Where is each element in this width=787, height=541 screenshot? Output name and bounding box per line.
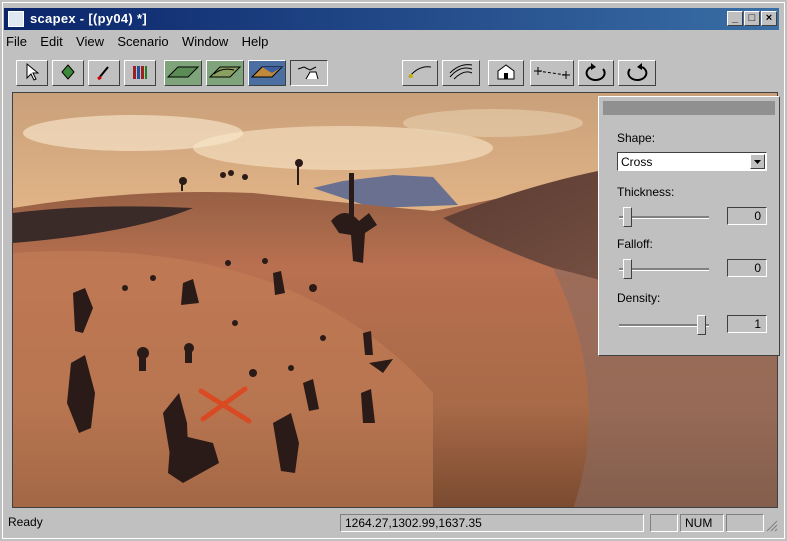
- density-value[interactable]: 1: [727, 315, 767, 333]
- status-bar: Ready 1264.27,1302.99,1637.35 NUM: [4, 512, 779, 534]
- select-tool-button[interactable]: [16, 60, 48, 86]
- waves-tool-button[interactable]: [442, 60, 480, 86]
- density-slider[interactable]: [619, 315, 709, 335]
- status-caps-indicator: [650, 514, 678, 532]
- rotate-cw-icon: [585, 63, 606, 81]
- title-bar[interactable]: scapex - [(py04) *] _ □ ×: [4, 8, 779, 30]
- waypoint-icon: [534, 67, 570, 79]
- brush-settings-panel: Shape: Cross Thickness: 0 Falloff: 0 Den…: [598, 96, 780, 356]
- status-coordinates: 1264.27,1302.99,1637.35: [340, 514, 644, 532]
- library-tool-button[interactable]: [124, 60, 156, 86]
- path-icon: [408, 66, 432, 78]
- minimize-button[interactable]: _: [727, 11, 743, 26]
- terrain-hills-icon: [208, 66, 242, 78]
- panel-title-bar[interactable]: [603, 101, 775, 115]
- thickness-label: Thickness:: [617, 185, 675, 199]
- rotate-ccw-button[interactable]: [618, 60, 656, 86]
- shape-select[interactable]: Cross: [617, 152, 767, 171]
- thickness-slider-thumb[interactable]: [623, 207, 632, 227]
- menu-window[interactable]: Window: [182, 34, 228, 49]
- thickness-slider[interactable]: [619, 207, 709, 227]
- close-button[interactable]: ×: [761, 11, 777, 26]
- terrain-flat-icon: [166, 66, 200, 78]
- brush-icon: [97, 66, 109, 81]
- building-icon: [497, 64, 515, 80]
- waypoint-tool-button[interactable]: [530, 60, 574, 86]
- diamond-icon: [61, 64, 75, 80]
- waves-icon: [449, 64, 473, 80]
- menu-bar: File Edit View Scenario Window Help: [6, 34, 278, 52]
- menu-file[interactable]: File: [6, 34, 27, 49]
- menu-edit[interactable]: Edit: [40, 34, 62, 49]
- chevron-down-icon[interactable]: [750, 154, 765, 169]
- path-tool-button[interactable]: [402, 60, 438, 86]
- falloff-slider-thumb[interactable]: [623, 259, 632, 279]
- shape-select-value: Cross: [621, 155, 653, 169]
- app-icon[interactable]: [8, 11, 24, 27]
- thickness-value[interactable]: 0: [727, 207, 767, 225]
- menu-scenario[interactable]: Scenario: [117, 34, 168, 49]
- select-arrow-icon: [26, 62, 40, 81]
- status-scroll-indicator: [726, 514, 764, 532]
- terrain-textured-icon: [250, 66, 284, 78]
- density-slider-thumb[interactable]: [697, 315, 706, 335]
- books-icon: [133, 66, 147, 79]
- diamond-tool-button[interactable]: [52, 60, 84, 86]
- resize-grip-icon[interactable]: [764, 518, 778, 532]
- menu-help[interactable]: Help: [242, 34, 269, 49]
- window-title: scapex - [(py04) *]: [30, 11, 147, 26]
- rotate-cw-button[interactable]: [578, 60, 614, 86]
- status-ready: Ready: [8, 515, 43, 529]
- place-unit-icon: [297, 66, 319, 80]
- terrain-textured-button[interactable]: [248, 60, 286, 86]
- falloff-slider[interactable]: [619, 259, 709, 279]
- maximize-button[interactable]: □: [744, 11, 760, 26]
- terrain-flat-button[interactable]: [164, 60, 202, 86]
- status-num-indicator: NUM: [680, 514, 724, 532]
- rotate-ccw-icon: [627, 63, 648, 81]
- brush-tool-button[interactable]: [88, 60, 120, 86]
- falloff-label: Falloff:: [617, 237, 653, 251]
- building-tool-button[interactable]: [488, 60, 524, 86]
- menu-view[interactable]: View: [76, 34, 104, 49]
- falloff-value[interactable]: 0: [727, 259, 767, 277]
- shape-label: Shape:: [617, 131, 656, 145]
- place-unit-button[interactable]: [290, 60, 328, 86]
- density-label: Density:: [617, 291, 661, 305]
- terrain-hills-button[interactable]: [206, 60, 244, 86]
